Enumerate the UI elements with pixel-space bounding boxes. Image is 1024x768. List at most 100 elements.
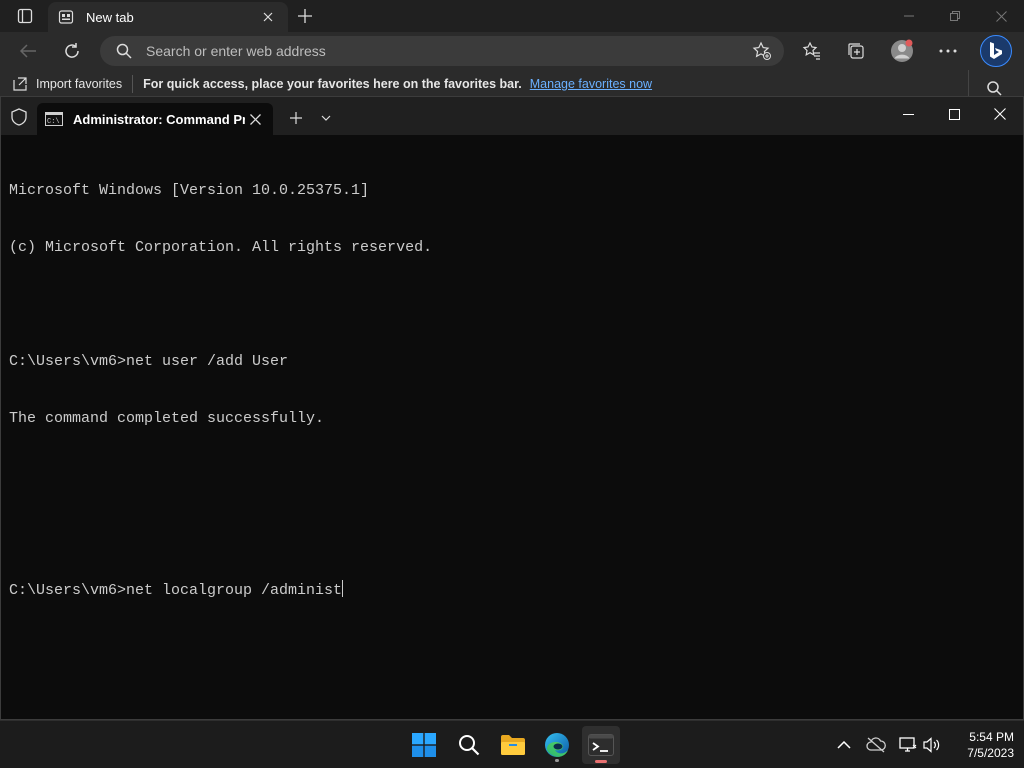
onedrive-button[interactable] [864, 733, 888, 757]
settings-and-more-button[interactable] [934, 37, 962, 65]
import-icon [13, 77, 27, 91]
edge-toolbar: Search or enter web address [0, 32, 1024, 70]
restore-icon [950, 11, 960, 21]
sidebar-search-button[interactable] [986, 80, 1002, 96]
console-line: (c) Microsoft Corporation. All rights re… [9, 239, 433, 256]
file-explorer-button[interactable] [494, 726, 532, 764]
collections-button[interactable] [842, 37, 870, 65]
search-icon [459, 735, 480, 756]
clock-date: 7/5/2023 [967, 746, 1014, 760]
terminal-maximize-button[interactable] [931, 97, 977, 131]
back-button[interactable] [14, 37, 42, 65]
maximize-icon [948, 108, 960, 120]
search-icon [987, 81, 1002, 96]
address-bar[interactable]: Search or enter web address [100, 36, 784, 66]
import-favorites-button[interactable]: Import favorites [12, 76, 122, 92]
favorites-bar: Import favorites For quick access, place… [0, 70, 1024, 98]
tab-command-prompt[interactable]: C:\ Administrator: Command Prc [37, 103, 273, 135]
terminal-window: C:\ Administrator: Command Prc Microsoft… [0, 96, 1024, 720]
edge-minimize-button[interactable] [886, 0, 932, 32]
tab-title: New tab [86, 9, 134, 25]
console-output[interactable]: Microsoft Windows [Version 10.0.25375.1]… [9, 143, 1015, 637]
close-icon [995, 10, 1007, 22]
plus-icon [290, 112, 302, 124]
edge-restore-button[interactable] [932, 0, 978, 32]
console-line: Microsoft Windows [Version 10.0.25375.1] [9, 182, 370, 199]
start-button[interactable] [405, 726, 443, 764]
running-indicator [555, 759, 559, 762]
search-icon [116, 43, 132, 59]
favorites-bar-message: For quick access, place your favorites h… [143, 77, 522, 91]
favorites-bar-divider [132, 75, 134, 93]
edge-icon [545, 733, 569, 757]
speaker-icon [923, 737, 940, 753]
file-explorer-icon [501, 735, 525, 755]
network-button[interactable] [896, 733, 920, 757]
network-icon [899, 737, 917, 752]
admin-shield-icon [9, 107, 29, 127]
cloud-offline-icon [866, 737, 886, 753]
tab-new-tab[interactable]: New tab [48, 2, 288, 32]
refresh-icon [65, 43, 79, 58]
terminal-tab-title: Administrator: Command Prc [73, 111, 245, 127]
close-icon [994, 108, 1006, 120]
more-horizontal-icon [939, 49, 957, 53]
taskbar: 5:54 PM 7/5/2023 [0, 720, 1024, 768]
bing-icon [990, 42, 1002, 59]
close-icon [263, 12, 273, 22]
terminal-taskbar-button[interactable] [582, 726, 620, 764]
avatar-icon [891, 39, 913, 62]
close-icon [249, 113, 261, 125]
add-favorite-star-icon[interactable] [752, 41, 772, 61]
console-line: The command completed successfully. [9, 410, 325, 427]
new-tab-button[interactable] [294, 5, 316, 27]
new-tab-button[interactable] [285, 107, 307, 129]
plus-icon [298, 9, 312, 23]
refresh-button[interactable] [58, 37, 86, 65]
current-command-text: C:\Users\vm6>net localgroup /administ [9, 582, 343, 599]
terminal-close-button[interactable] [977, 97, 1023, 131]
minimize-icon [904, 15, 914, 17]
show-hidden-icons-button[interactable] [832, 733, 856, 757]
tab-actions-icon [17, 8, 33, 24]
close-tab-button[interactable] [258, 7, 278, 27]
terminal-minimize-button[interactable] [885, 97, 931, 131]
profile-dropdown-button[interactable] [315, 107, 337, 129]
close-tab-button[interactable] [245, 109, 265, 129]
chevron-up-icon [837, 741, 851, 749]
favorites-button[interactable] [798, 37, 826, 65]
import-favorites-label: Import favorites [36, 77, 123, 91]
active-indicator [595, 760, 607, 763]
clock-time: 5:54 PM [969, 730, 1014, 744]
profile-button[interactable] [888, 37, 916, 65]
svg-text:C:\: C:\ [47, 118, 60, 126]
console-line: C:\Users\vm6>net user /add User [9, 353, 289, 370]
edge-taskbar-button[interactable] [538, 726, 576, 764]
bing-chat-button[interactable] [980, 35, 1012, 67]
arrow-left-icon [19, 44, 36, 58]
tab-actions-menu-button[interactable] [8, 4, 42, 28]
start-icon [412, 733, 436, 757]
command-prompt-icon: C:\ [45, 112, 63, 126]
chevron-down-icon [321, 115, 331, 121]
favorites-bar-divider [968, 70, 969, 98]
address-placeholder: Search or enter web address [146, 43, 326, 59]
edge-tab-strip: New tab [0, 0, 1024, 32]
text-cursor [342, 580, 344, 597]
edge-browser-window: New tab Search or enter web address Impo… [0, 0, 1024, 100]
minimize-icon [902, 113, 914, 115]
terminal-icon [588, 734, 614, 756]
favorites-icon [802, 41, 820, 60]
clock[interactable]: 5:54 PM 7/5/2023 [948, 729, 1014, 761]
manage-favorites-link[interactable]: Manage favorites now [530, 77, 652, 91]
new-tab-page-icon [58, 10, 74, 24]
volume-button[interactable] [920, 733, 944, 757]
taskbar-search-button[interactable] [450, 726, 488, 764]
command-input-line[interactable]: C:\Users\vm6>net localgroup /administ [9, 580, 1015, 599]
edge-close-button[interactable] [978, 0, 1024, 32]
collections-icon [848, 43, 864, 59]
terminal-title-bar[interactable]: C:\ Administrator: Command Prc [1, 97, 1023, 135]
